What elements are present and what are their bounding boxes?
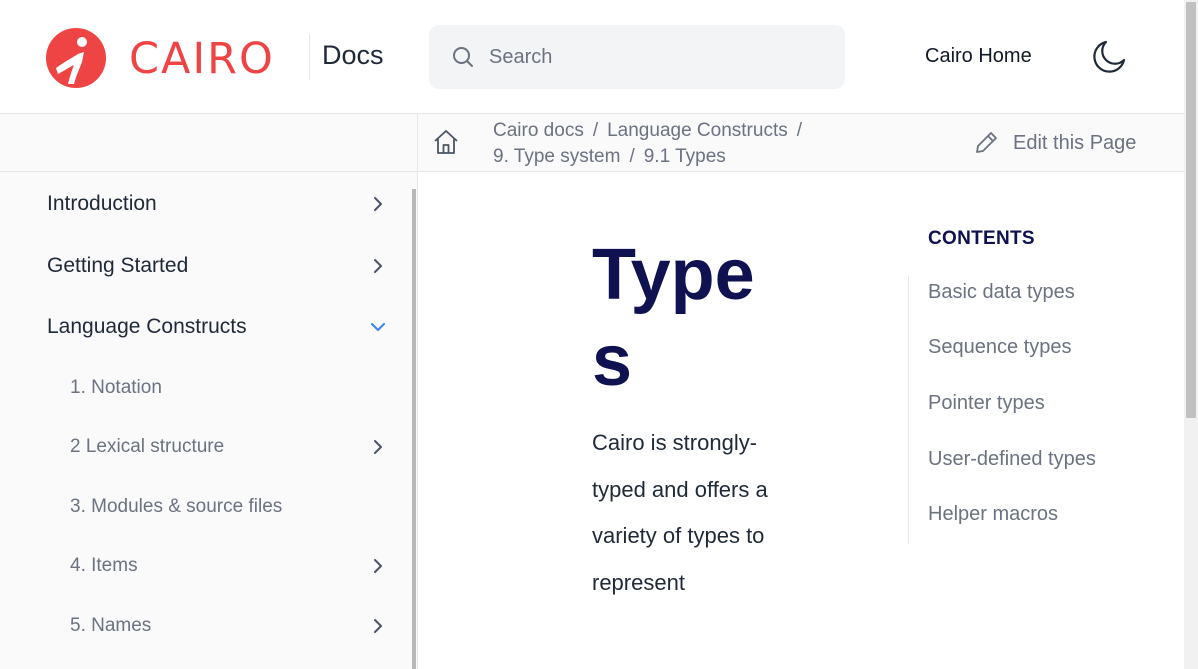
breadcrumb: Cairo docs / Language Constructs / 9. Type s…	[493, 118, 853, 170]
sidebar-subitem-label: 1. Notation	[70, 377, 162, 398]
sidebar-item-label: Language Constructs	[47, 315, 247, 338]
cairo-home-link[interactable]: Cairo Home	[925, 45, 1032, 68]
breadcrumb-item[interactable]: Language Constructs	[607, 120, 788, 141]
home-icon[interactable]	[432, 128, 460, 156]
toc-item[interactable]: Sequence types	[928, 336, 1071, 359]
intro-paragraph: Cairo is strongly-typed and offers a var…	[592, 430, 768, 595]
chevron-right-icon	[374, 197, 382, 211]
sidebar-subitem-items[interactable]: 4. Items	[70, 546, 392, 586]
sidebar-subitem-notation[interactable]: 1. Notation	[70, 368, 392, 408]
chevron-right-icon	[374, 440, 382, 454]
page-title: Types	[592, 235, 755, 401]
pencil-icon	[976, 132, 997, 153]
search-input[interactable]	[489, 39, 829, 75]
toc-item[interactable]: Pointer types	[928, 392, 1045, 415]
breadcrumb-separator: /	[592, 120, 599, 141]
sidebar-subitem-label: 2 Lexical structure	[70, 436, 225, 457]
toc-item[interactable]: Basic data types	[928, 281, 1075, 304]
edit-page-link[interactable]: Edit this Page	[973, 130, 1136, 156]
breadcrumb-item-current[interactable]: 9.1 Types	[644, 146, 726, 167]
page-scrollbar-thumb[interactable]	[1186, 2, 1196, 418]
breadcrumb-item[interactable]: 9. Type system	[493, 146, 620, 167]
toc-item[interactable]: User-defined types	[928, 448, 1096, 471]
sidebar-item-introduction[interactable]: Introduction	[47, 184, 392, 224]
logo-wordmark: CAIRO	[129, 34, 275, 84]
breadcrumb-item[interactable]: Cairo docs	[493, 120, 584, 141]
breadcrumb-separator: /	[629, 146, 635, 167]
toc-item[interactable]: Helper macros	[928, 503, 1058, 526]
edit-page-label: Edit this Page	[1013, 131, 1137, 154]
sidebar-subitem-lexical-structure[interactable]: 2 Lexical structure	[70, 427, 392, 467]
chevron-right-icon	[374, 619, 382, 633]
logo-divider	[309, 34, 310, 80]
sidebar-subitem-label: 5. Names	[70, 615, 152, 636]
search-icon	[453, 47, 473, 67]
breadcrumb-bar: Cairo docs / Language Constructs / 9. Type s…	[0, 114, 1184, 172]
sidebar-item-label: Introduction	[47, 192, 157, 215]
docs-label: Docs	[322, 40, 384, 70]
top-header: CAIRO Docs Cairo Home	[0, 0, 1184, 114]
chevron-right-icon	[374, 559, 382, 573]
sidebar-item-label: Getting Started	[47, 254, 189, 277]
toc-title: CONTENTS	[928, 228, 1035, 249]
cairo-logo-icon	[46, 28, 106, 88]
search-box[interactable]	[429, 25, 845, 89]
chevron-right-icon	[374, 259, 382, 273]
breadcrumb-bar-left-spacer	[0, 114, 418, 172]
sidebar-item-getting-started[interactable]: Getting Started	[47, 246, 392, 286]
page-scrollbar[interactable]	[1184, 0, 1198, 669]
sidebar-subitem-names[interactable]: 5. Names	[70, 606, 392, 646]
sidebar: Introduction Getting Started Language Co…	[0, 172, 418, 669]
sidebar-subitem-label: 4. Items	[70, 555, 138, 576]
cairo-logo[interactable]: CAIRO	[46, 28, 273, 88]
chevron-down-icon	[371, 323, 385, 331]
breadcrumb-separator: /	[796, 120, 803, 141]
sidebar-subitem-label: 3. Modules & source files	[70, 496, 283, 517]
moon-icon[interactable]	[1092, 38, 1128, 74]
sidebar-scrollbar[interactable]	[412, 189, 416, 669]
sidebar-subitem-modules[interactable]: 3. Modules & source files	[70, 487, 392, 527]
sidebar-item-language-constructs[interactable]: Language Constructs	[47, 307, 392, 347]
toc-divider	[908, 276, 909, 544]
